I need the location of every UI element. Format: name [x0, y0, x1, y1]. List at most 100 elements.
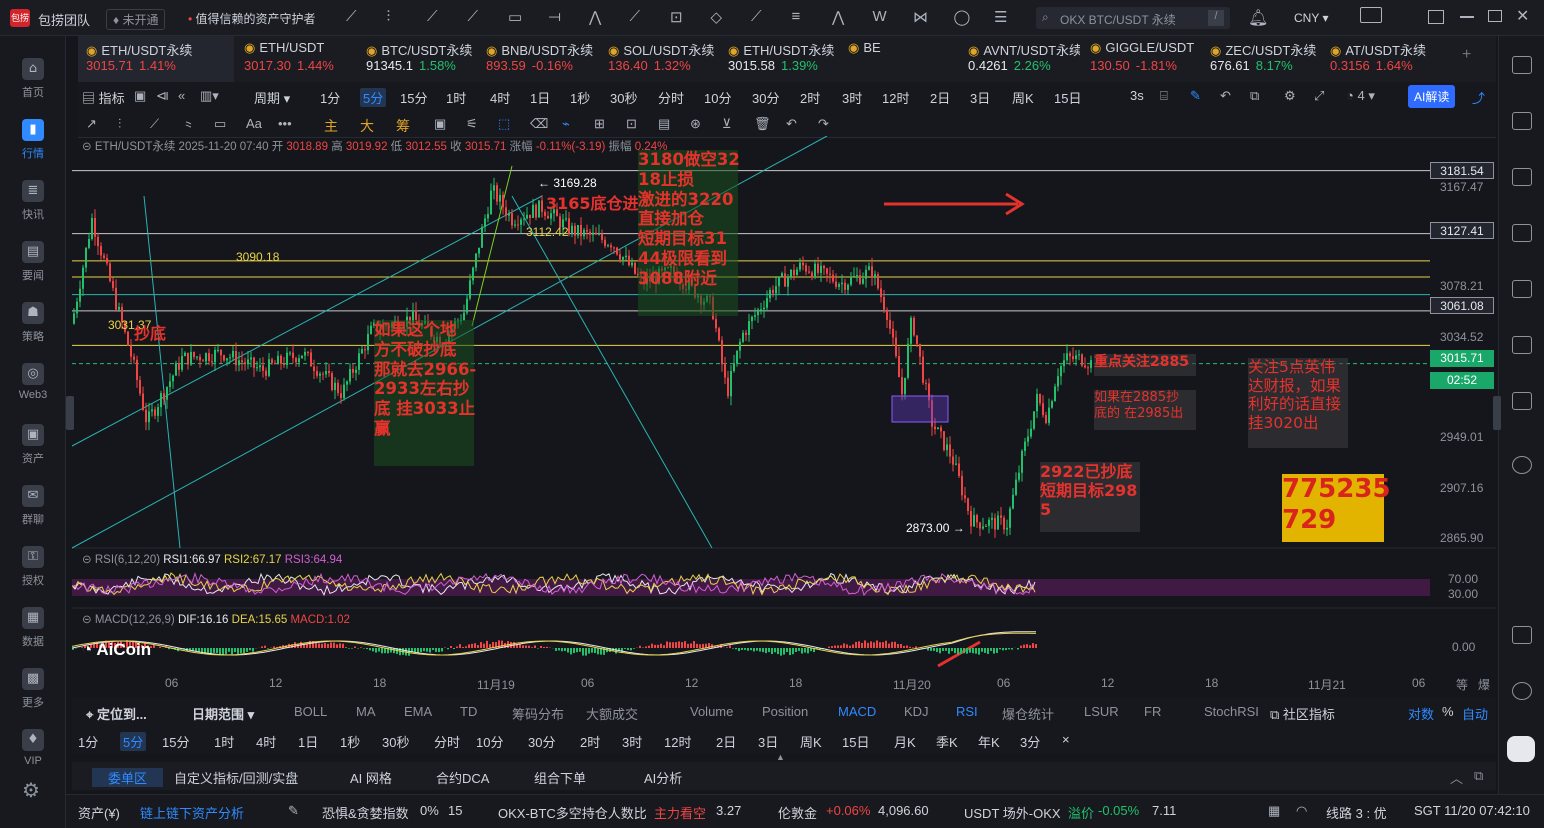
search-input[interactable]: OKX BTC/USDT 永续 [1060, 11, 1176, 28]
timeframe-option[interactable]: 年K [978, 732, 1000, 751]
assistant-icon[interactable] [1507, 736, 1535, 762]
annotation-support-plan[interactable]: 如果这个地 方不破抄底 那就去2966- 2933左右抄 底 挂3033止 赢 [374, 320, 476, 466]
indicator-option[interactable]: 爆仓统计 [1002, 704, 1054, 723]
close-timeframe-icon[interactable]: × [1062, 732, 1070, 747]
settings-icon[interactable]: ⚙ [1284, 88, 1296, 104]
indicator-option[interactable]: EMA [404, 704, 432, 719]
chart-pattern-icon[interactable]: ⋈ [913, 8, 928, 26]
chart-type-icon[interactable]: ▥▾ [200, 88, 219, 104]
axis-option[interactable]: 爆 [1478, 676, 1490, 693]
indicator-option[interactable]: Position [762, 704, 808, 719]
usdt-otc-label[interactable]: USDT 场外-OKX [964, 803, 1061, 822]
indicator-option[interactable]: MACD [838, 704, 876, 719]
orderbook-icon[interactable] [1512, 112, 1532, 130]
brush-icon[interactable]: ⟋ [751, 8, 762, 25]
bottom-tab[interactable]: 自定义指标/回测/实盘 [174, 768, 298, 787]
timeframe-option[interactable]: 5分 [120, 732, 147, 751]
interval-option[interactable]: 3日 [970, 88, 990, 107]
etf-icon[interactable] [1512, 336, 1532, 354]
interval-option[interactable]: 1分 [320, 88, 340, 107]
undo-draw-icon[interactable]: ↶ [1220, 88, 1231, 104]
trend-tool-icon[interactable]: ⟋ [150, 116, 159, 132]
template-icon[interactable]: ▤ [658, 116, 670, 132]
rsi-toggle-icon[interactable]: ⊝ [82, 554, 92, 566]
window-layout-icon[interactable] [1428, 10, 1444, 24]
popout-panel-icon[interactable]: ⧉ [1474, 768, 1483, 784]
add-tab-icon[interactable]: + [1462, 46, 1471, 64]
panel-icon[interactable] [1512, 626, 1532, 644]
indicator-option[interactable]: FR [1144, 704, 1161, 719]
wave-icon[interactable]: ⋀ [589, 8, 601, 26]
gear-icon[interactable]: ⚙ [22, 778, 40, 803]
fib-icon[interactable]: ≡ [792, 8, 801, 25]
trash-icon[interactable]: 🗑︎ [754, 116, 771, 132]
sidebar-item-more[interactable]: ▩ 更多 [0, 658, 66, 718]
sidebar-item-data[interactable]: ▦ 数据 [0, 597, 66, 657]
depth-chart-icon[interactable] [1512, 280, 1532, 298]
eraser-icon[interactable]: ⌫ [530, 116, 548, 132]
symbol-tab[interactable]: ◉ BE [840, 36, 958, 82]
replay-icon[interactable]: ⧏ [156, 88, 169, 104]
axis-option[interactable]: 等 [1456, 676, 1468, 693]
pattern-icon[interactable]: ◇ [711, 8, 723, 26]
chart-area[interactable]: ⊝ ETH/USDT永续 2025-11-20 07:40 开 3018.89 … [72, 136, 1496, 694]
stats-icon[interactable] [1512, 224, 1532, 242]
timeframe-option[interactable]: 3分 [1020, 732, 1040, 751]
assets-label[interactable]: 资产(¥) [78, 803, 120, 822]
indicator-option[interactable]: TD [460, 704, 477, 719]
annotation-base-position[interactable]: 3165底仓进 [546, 194, 639, 213]
line-tool-icon[interactable]: ↗ [86, 116, 97, 132]
interval-option[interactable]: 15日 [1054, 88, 1081, 107]
calc-icon[interactable]: ▣ [434, 116, 446, 132]
bottom-tab[interactable]: 委单区 [92, 768, 164, 787]
timeframe-option[interactable]: 季K [936, 732, 958, 751]
annotation-focus-2885[interactable]: 重点关注2885 [1094, 354, 1196, 376]
indicator-option[interactable]: LSUR [1084, 704, 1119, 719]
timeframe-option[interactable]: 1秒 [340, 732, 360, 751]
timeframe-option[interactable]: 月K [894, 732, 916, 751]
edit-icon[interactable]: ✎ [288, 803, 299, 819]
interval-option[interactable]: 5分 [360, 88, 387, 107]
ellipse-icon[interactable]: ◯ [954, 8, 971, 26]
annotation-short-plan[interactable]: 3180做空32 18止损 激进的3220 直接加仓 短期目标31 44极限看到… [638, 150, 740, 316]
collapse-left-icon[interactable] [66, 396, 74, 430]
redo-icon[interactable]: ↷ [818, 116, 829, 132]
timeframe-option[interactable]: 3日 [758, 732, 778, 751]
interval-option[interactable]: 30分 [752, 88, 779, 107]
layer-count[interactable]: ◔ 4 ▾ [1346, 88, 1375, 104]
collapse-icon[interactable]: ⊝ [82, 141, 92, 153]
minimize-icon[interactable] [1460, 16, 1474, 18]
more-tool-icon[interactable]: ••• [278, 116, 292, 131]
bot-icon[interactable] [1512, 392, 1532, 410]
lock-icon[interactable]: ⊡ [626, 116, 637, 132]
annotation-contact-number[interactable]: 775235 729 [1282, 474, 1391, 542]
timeframe-option[interactable]: 2时 [580, 732, 600, 751]
bottom-tab[interactable]: 合约DCA [436, 768, 489, 787]
symbol-tab[interactable]: ◉ AT/USDT永续 0.3156 1.64% [1322, 36, 1442, 82]
interval-option[interactable]: 分时 [658, 88, 684, 107]
ruler-icon[interactable]: ⊞ [594, 116, 605, 132]
undo-icon[interactable]: ↶ [786, 116, 797, 132]
annotation-bottom-fish[interactable]: 抄底 [134, 324, 166, 343]
chain-assets-link[interactable]: 链上链下资产分析 [140, 803, 244, 822]
search-box[interactable]: ⌕ OKX BTC/USDT 永续 / [1036, 7, 1230, 29]
share-icon[interactable]: ⤴ [1472, 88, 1485, 107]
bottom-tab[interactable]: AI 网格 [350, 768, 392, 787]
sidebar-item-news[interactable]: ≣ 快讯 [0, 170, 66, 230]
indicator-option[interactable]: RSI [956, 704, 978, 719]
h-ray-icon[interactable]: ⟞ [549, 8, 561, 25]
symbol-tab[interactable]: ◉ ETH/USDT 3017.30 1.44% [236, 36, 356, 82]
collapse-right-icon[interactable] [1493, 396, 1501, 430]
rect-tool-icon[interactable]: ▭ [214, 116, 226, 132]
timeframe-option[interactable]: 1日 [298, 732, 318, 751]
indicator-option[interactable]: StochRSI [1204, 704, 1259, 719]
refresh-rate[interactable]: 3s [1130, 88, 1144, 103]
symbol-tab[interactable]: ◉ GIGGLE/USDT 130.50 -1.81% [1082, 36, 1200, 82]
interval-option[interactable]: 10分 [704, 88, 731, 107]
zigzag-icon[interactable]: ⋀ [832, 8, 844, 26]
interval-option[interactable]: 12时 [882, 88, 909, 107]
collapse-panel-icon[interactable]: ▲ [776, 752, 785, 762]
text-tool-icon[interactable]: Aa [246, 116, 262, 131]
indicator-option[interactable]: KDJ [904, 704, 929, 719]
interval-option[interactable]: 1日 [530, 88, 550, 107]
